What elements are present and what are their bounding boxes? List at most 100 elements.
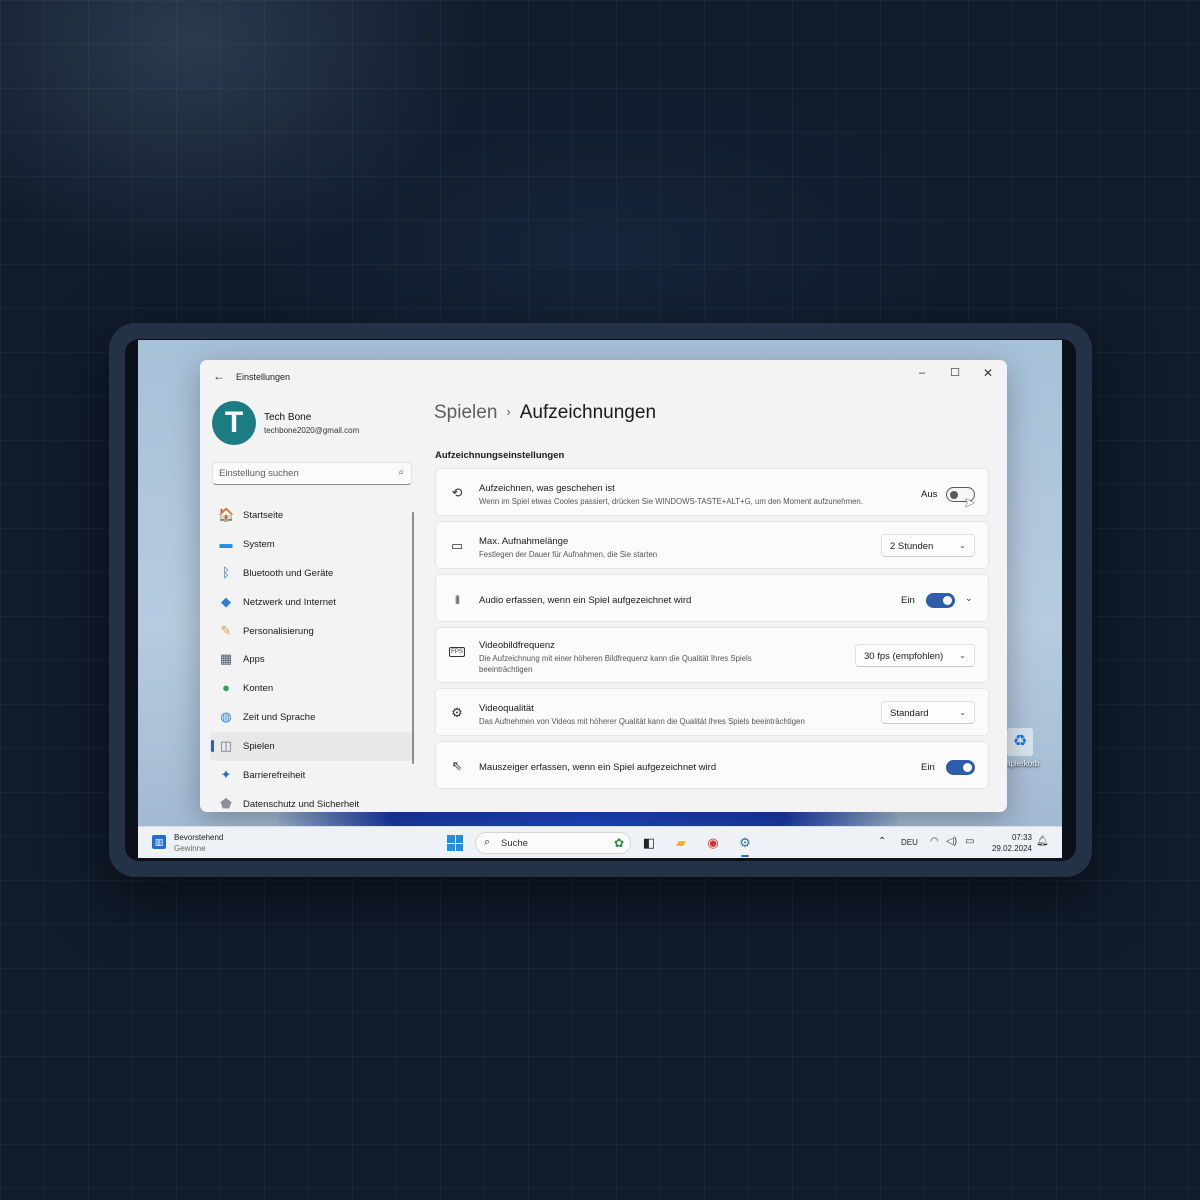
tablet-frame: ♻ Papierkorb ← Einstellungen – ☐ ✕ T Tec… [109, 323, 1092, 877]
widget-subtitle: Gewinne [174, 844, 206, 853]
task-view-icon[interactable]: ◧ [639, 833, 659, 853]
settings-gear-icon[interactable]: ⚙ [735, 833, 755, 857]
sidebar-item-apps[interactable]: ▦ Apps [210, 645, 412, 674]
language-indicator[interactable]: DEU [901, 838, 918, 847]
sidebar-item-zeit-und-sprache[interactable]: ◍ Zeit und Sprache [210, 703, 412, 732]
close-button[interactable]: ✕ [974, 364, 1002, 382]
file-explorer-icon[interactable]: ▰ [671, 833, 691, 853]
profile-name: Tech Bone [264, 412, 312, 423]
card-title: Videoqualität [479, 703, 534, 714]
audio-toggle[interactable] [926, 593, 955, 608]
accessibility-icon: ✦ [220, 767, 232, 783]
wifi-icon: ◆ [221, 593, 231, 609]
tablet-bezel: ♻ Papierkorb ← Einstellungen – ☐ ✕ T Tec… [125, 339, 1076, 861]
sidebar-item-label: Datenschutz und Sicherheit [243, 798, 360, 810]
sidebar-item-label: Barrierefreiheit [243, 770, 306, 782]
dropdown-value: 2 Stunden [890, 541, 934, 552]
video-quality-icon: ⚙ [451, 705, 463, 720]
chevron-down-icon: ⌄ [959, 541, 966, 550]
person-icon: ● [222, 680, 230, 696]
card-title: Max. Aufnahmelänge [479, 536, 569, 547]
wifi-icon[interactable]: ◠ [930, 836, 939, 847]
sidebar-item-barrierefreiheit[interactable]: ✦ Barrierefreiheit [210, 761, 412, 790]
chevron-up-icon[interactable]: ⌃ [878, 836, 886, 847]
card-record-what-happened: ⟲ Aufzeichnen, was geschehen ist Wenn im… [435, 468, 989, 516]
breadcrumb-parent[interactable]: Spielen [434, 402, 497, 423]
toggle-state-label: Ein [901, 595, 915, 606]
max-length-dropdown[interactable]: 2 Stunden ⌄ [881, 534, 975, 557]
settings-search: ⌕ [212, 462, 412, 485]
sidebar-item-label: Konten [243, 683, 274, 695]
card-description: Wenn im Spiel etwas Cooles passiert, drü… [479, 497, 863, 506]
sidebar-item-datenschutz-und-sicherheit[interactable]: ⬟ Datenschutz und Sicherheit [210, 790, 412, 812]
search-icon[interactable]: ⌕ [398, 467, 404, 478]
apps-icon: ▦ [219, 651, 233, 667]
card-description-line-2: beeinträchtigen [479, 665, 533, 674]
card-description: Festlegen der Dauer für Aufnahmen, die S… [479, 550, 658, 559]
sidebar-item-netzwerk-und-internet[interactable]: ◆ Netzwerk und Internet [210, 588, 412, 617]
start-button[interactable] [447, 835, 463, 851]
widget-title: Bevorstehend [174, 833, 224, 842]
card-audio[interactable]: ||| Audio erfassen, wenn ein Spiel aufge… [435, 574, 989, 622]
search-highlight-icon: ✿ [613, 836, 624, 850]
sidebar-nav: 🏠 Startseite ▬ System ᛒ Bluetooth und Geräte ◆… [210, 501, 412, 812]
sidebar-item-label: Startseite [243, 510, 284, 521]
globe-clock-icon: ◍ [220, 709, 232, 725]
card-title: Audio erfassen, wenn ein Spiel aufgezeic… [479, 595, 692, 606]
sidebar-item-spielen[interactable]: ◫ Spielen [210, 732, 412, 762]
card-title: Aufzeichnen, was geschehen ist [479, 483, 615, 494]
sidebar-item-konten[interactable]: ● Konten [210, 674, 412, 703]
back-button[interactable]: ← [210, 368, 228, 384]
widgets-button[interactable]: ▥ Bevorstehend Gewinne [152, 832, 262, 854]
home-icon: 🏠 [218, 507, 235, 522]
audio-waveform-icon: ||| [454, 594, 460, 604]
sidebar-item-label: Apps [243, 654, 265, 666]
search-icon: ⌕ [484, 836, 491, 848]
maximize-button[interactable]: ☐ [941, 364, 969, 382]
sidebar-scrollbar[interactable] [412, 512, 414, 764]
framerate-dropdown[interactable]: 30 fps (empfohlen) ⌄ [855, 644, 975, 667]
sidebar-item-label: Netzwerk und Internet [243, 596, 336, 608]
volume-icon[interactable]: ◁) [946, 836, 957, 847]
page-title: Aufzeichnungen [519, 402, 657, 423]
taskbar-search[interactable]: ⌕ Suche ✿ [475, 832, 631, 854]
breadcrumb-separator: › [506, 404, 511, 419]
sidebar-item-label: Bluetooth und Geräte [243, 567, 334, 579]
sidebar-item-bluetooth-und-geräte[interactable]: ᛒ Bluetooth und Geräte [210, 559, 412, 588]
gamepad-icon: ◫ [219, 738, 233, 754]
sidebar-item-label: Zeit und Sprache [243, 712, 316, 724]
notification-bell-icon[interactable]: 🔔︎ [1036, 836, 1049, 847]
clock[interactable]: 07:33 29.02.2024 [988, 832, 1032, 854]
dropdown-value: Standard [890, 708, 929, 719]
minimize-button[interactable]: – [908, 364, 936, 382]
dropdown-value: 30 fps (empfohlen) [864, 651, 944, 662]
video-quality-dropdown[interactable]: Standard ⌄ [881, 701, 975, 724]
chevron-down-icon: ⌄ [959, 708, 966, 717]
card-description: Das Aufnehmen von Videos mit höherer Qua… [479, 717, 805, 726]
card-video-quality: ⚙ Videoqualität Das Aufnehmen von Videos… [435, 688, 989, 736]
brush-icon: ✎ [220, 622, 232, 638]
chevron-down-icon: ⌄ [959, 651, 966, 660]
windows-logo-icon [447, 835, 455, 843]
card-max-length: ▭ Max. Aufnahmelänge Festlegen der Dauer… [435, 521, 989, 569]
toggle-state-label: Aus [921, 489, 938, 500]
chevron-down-icon[interactable]: ⌄ [965, 593, 973, 604]
card-mouse-cursor: ⇖ Mauszeiger erfassen, wenn ein Spiel au… [435, 741, 989, 789]
battery-icon[interactable]: ▭ [965, 836, 974, 847]
user-profile[interactable]: T Tech Bone techbone2020@gmail.com [212, 401, 402, 447]
monitor-icon: ▬ [219, 535, 233, 551]
sidebar-item-startseite[interactable]: 🏠 Startseite [210, 501, 412, 530]
title-bar: ← Einstellungen – ☐ ✕ [200, 360, 1007, 394]
mouse-cursor-toggle[interactable] [946, 760, 975, 775]
arrow-left-icon: ← [213, 369, 225, 383]
chrome-icon[interactable]: ◉ [703, 833, 723, 853]
avatar: T [212, 401, 256, 445]
mouse-pointer-icon: ⇖ [451, 758, 463, 773]
card-title: Videobildfrequenz [479, 640, 555, 651]
search-input[interactable] [219, 466, 389, 481]
record-history-icon: ⟲ [451, 485, 463, 500]
sidebar-item-system[interactable]: ▬ System [210, 530, 412, 559]
sidebar-item-personalisierung[interactable]: ✎ Personalisierung [210, 617, 412, 646]
settings-window: ← Einstellungen – ☐ ✕ T Tech Bone techbo… [200, 360, 1007, 812]
breadcrumb: Spielen › Aufzeichnungen [434, 402, 656, 424]
